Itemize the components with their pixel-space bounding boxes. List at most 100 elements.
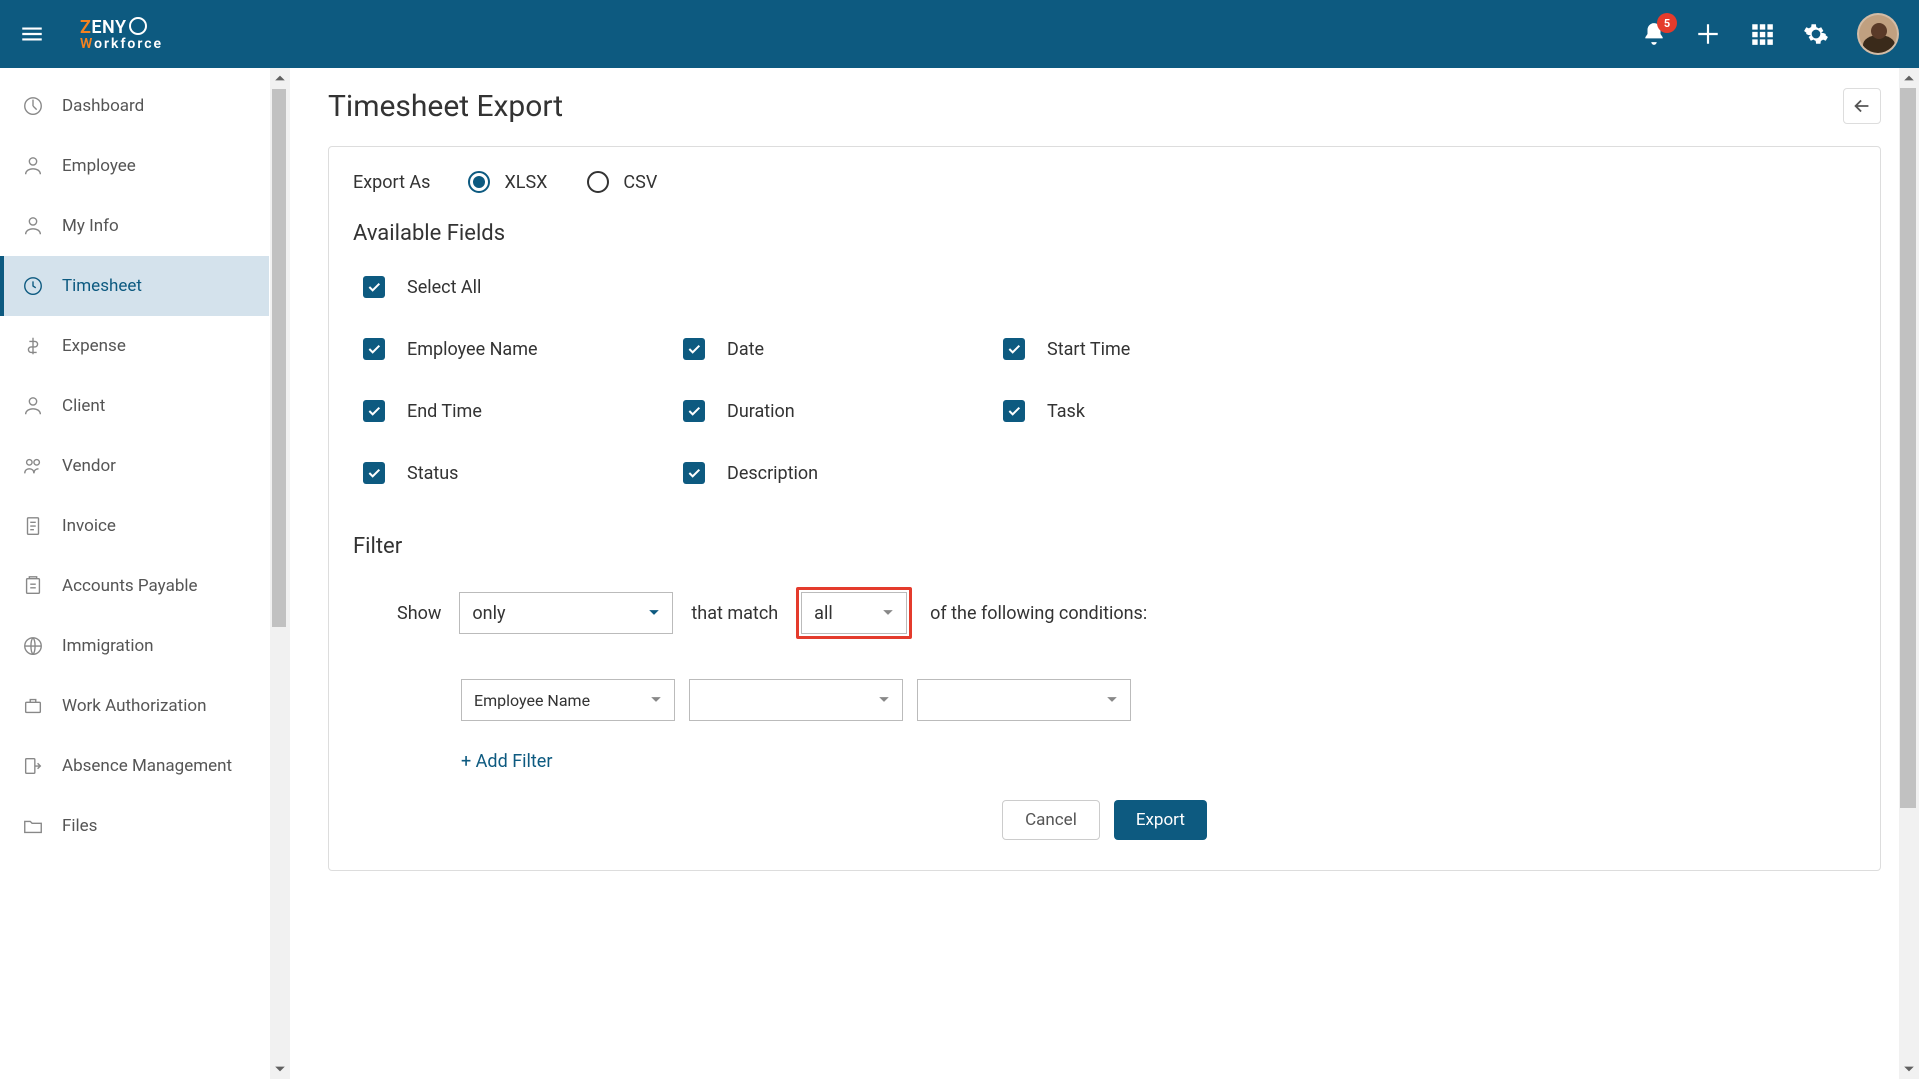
field-checkbox-end-time[interactable]: End Time: [363, 400, 683, 422]
settings-button[interactable]: [1803, 21, 1829, 47]
gear-icon: [1803, 21, 1829, 47]
sidebar-item-dashboard[interactable]: Dashboard: [0, 76, 269, 136]
app-header: ZENY Workforce 5: [0, 0, 1919, 68]
sidebar-scrollbar[interactable]: [270, 68, 290, 1079]
filter-match-dropdown[interactable]: all: [801, 592, 907, 634]
chevron-down-icon: [1903, 1063, 1915, 1075]
sidebar-item-my-info[interactable]: My Info: [0, 196, 269, 256]
checkbox-icon: [683, 338, 705, 360]
sidebar-item-work-authorization[interactable]: Work Authorization: [0, 676, 269, 736]
filter-conditions-tail: of the following conditions:: [930, 603, 1147, 624]
globe-icon: [22, 635, 44, 657]
sidebar-item-label: Expense: [62, 336, 126, 356]
field-checkbox-start-time[interactable]: Start Time: [1003, 338, 1323, 360]
menu-toggle-button[interactable]: [12, 14, 52, 54]
page-title: Timesheet Export: [328, 89, 563, 124]
person-icon: [22, 155, 44, 177]
condition-operator-dropdown[interactable]: [689, 679, 903, 721]
exit-icon: [22, 755, 44, 777]
field-label: Employee Name: [407, 339, 538, 360]
field-label: Date: [727, 339, 764, 360]
chevron-up-icon: [274, 72, 286, 84]
scroll-down-button[interactable]: [270, 1059, 290, 1079]
folder-icon: [22, 815, 44, 837]
people-icon: [22, 455, 44, 477]
app-logo: ZENY Workforce: [80, 17, 163, 52]
main-content: Timesheet Export Export As XLSX CSV Avail…: [290, 68, 1919, 1079]
select-all-checkbox[interactable]: Select All: [363, 276, 1856, 298]
scroll-up-button[interactable]: [270, 68, 290, 88]
scrollbar-thumb[interactable]: [271, 88, 287, 628]
radio-icon: [587, 171, 609, 193]
grid-icon: [1749, 21, 1775, 47]
scroll-up-button[interactable]: [1899, 68, 1919, 88]
paper-icon: [22, 575, 44, 597]
notifications-button[interactable]: 5: [1641, 21, 1667, 47]
export-button[interactable]: Export: [1114, 800, 1207, 840]
sidebar-item-label: Work Authorization: [62, 696, 206, 716]
sidebar-item-label: Employee: [62, 156, 136, 176]
main-scrollbar[interactable]: [1899, 68, 1919, 1079]
sidebar-item-expense[interactable]: Expense: [0, 316, 269, 376]
field-checkbox-date[interactable]: Date: [683, 338, 1003, 360]
sidebar-item-label: Vendor: [62, 456, 116, 476]
field-checkbox-employee-name[interactable]: Employee Name: [363, 338, 683, 360]
cancel-button[interactable]: Cancel: [1002, 800, 1100, 840]
radio-icon: [468, 171, 490, 193]
checkbox-icon: [1003, 338, 1025, 360]
sidebar-item-employee[interactable]: Employee: [0, 136, 269, 196]
sidebar-item-invoice[interactable]: Invoice: [0, 496, 269, 556]
hamburger-icon: [19, 21, 45, 47]
person-icon: [22, 395, 44, 417]
user-avatar[interactable]: [1857, 13, 1899, 55]
sidebar-item-immigration[interactable]: Immigration: [0, 616, 269, 676]
sidebar-item-vendor[interactable]: Vendor: [0, 436, 269, 496]
header-actions: 5: [1641, 13, 1899, 55]
apps-button[interactable]: [1749, 21, 1775, 47]
field-checkbox-duration[interactable]: Duration: [683, 400, 1003, 422]
field-checkbox-description[interactable]: Description: [683, 462, 1003, 484]
field-label: Description: [727, 463, 818, 484]
chevron-down-icon: [882, 603, 894, 624]
checkbox-icon: [683, 462, 705, 484]
filter-scope-dropdown[interactable]: only: [459, 592, 673, 634]
field-label: Duration: [727, 401, 795, 422]
briefcase-icon: [22, 695, 44, 717]
sidebar-item-label: Absence Management: [62, 756, 232, 776]
chevron-down-icon: [274, 1063, 286, 1075]
chevron-down-icon: [1106, 691, 1118, 710]
field-checkbox-status[interactable]: Status: [363, 462, 683, 484]
export-as-label: Export As: [353, 172, 430, 193]
add-filter-button[interactable]: + Add Filter: [461, 751, 1856, 772]
scroll-down-button[interactable]: [1899, 1059, 1919, 1079]
format-label: XLSX: [504, 172, 547, 193]
format-radio-csv[interactable]: CSV: [587, 171, 657, 193]
sidebar-item-files[interactable]: Files: [0, 796, 269, 856]
sidebar-item-accounts-payable[interactable]: Accounts Payable: [0, 556, 269, 616]
field-label: End Time: [407, 401, 482, 422]
format-radio-xlsx[interactable]: XLSX: [468, 171, 547, 193]
select-all-label: Select All: [407, 277, 481, 298]
available-fields-heading: Available Fields: [353, 221, 1856, 246]
clock-icon: [22, 275, 44, 297]
dashboard-icon: [22, 95, 44, 117]
condition-value-dropdown[interactable]: [917, 679, 1131, 721]
checkbox-icon: [1003, 400, 1025, 422]
checkbox-icon: [363, 276, 385, 298]
checkbox-icon: [363, 338, 385, 360]
add-button[interactable]: [1695, 21, 1721, 47]
sidebar-item-absence-management[interactable]: Absence Management: [0, 736, 269, 796]
sidebar-item-client[interactable]: Client: [0, 376, 269, 436]
filter-show-label: Show: [397, 603, 441, 624]
checkbox-icon: [363, 400, 385, 422]
person-icon: [22, 215, 44, 237]
sidebar-item-label: Invoice: [62, 516, 116, 536]
scrollbar-thumb[interactable]: [1900, 88, 1916, 808]
export-card: Export As XLSX CSV Available Fields Selec…: [328, 146, 1881, 871]
sidebar-item-label: Dashboard: [62, 96, 144, 116]
field-checkbox-task[interactable]: Task: [1003, 400, 1323, 422]
back-button[interactable]: [1843, 88, 1881, 124]
sidebar-item-timesheet[interactable]: Timesheet: [0, 256, 269, 316]
chevron-down-icon: [878, 691, 890, 710]
condition-field-dropdown[interactable]: Employee Name: [461, 679, 675, 721]
